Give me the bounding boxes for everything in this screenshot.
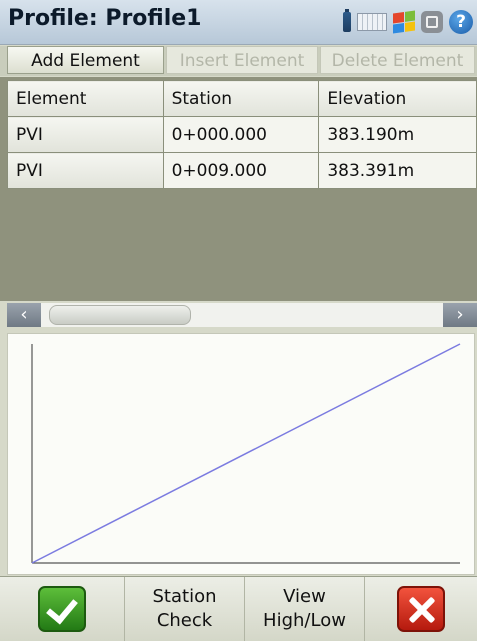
elements-grid: Element Station Elevation PVI 0+000.000 …	[0, 77, 477, 301]
keyboard-icon[interactable]	[357, 13, 387, 31]
checkmark-icon	[38, 586, 86, 632]
table-header-row: Element Station Elevation	[7, 80, 477, 117]
station-check-label: Station Check	[153, 585, 217, 633]
accept-button[interactable]	[0, 577, 125, 641]
title-bar: Profile: Profile1 ?	[0, 0, 477, 45]
column-header-elevation[interactable]: Elevation	[318, 80, 477, 117]
insert-element-button[interactable]: Insert Element	[166, 46, 318, 74]
column-header-element[interactable]: Element	[7, 80, 164, 117]
scroll-left-button[interactable]: ‹	[7, 303, 41, 327]
cell-element[interactable]: PVI	[7, 116, 164, 153]
scroll-thumb[interactable]	[49, 305, 191, 325]
view-high-low-label: View High/Low	[263, 585, 346, 633]
delete-element-button[interactable]: Delete Element	[320, 46, 475, 74]
cell-element[interactable]: PVI	[7, 152, 164, 189]
table-row[interactable]: PVI 0+000.000 383.190m	[7, 116, 477, 153]
table-row[interactable]: PVI 0+009.000 383.391m	[7, 152, 477, 189]
windows-start-icon[interactable]	[393, 10, 415, 34]
apps-icon[interactable]	[421, 11, 443, 33]
element-toolbar: Add Element Insert Element Delete Elemen…	[0, 46, 477, 76]
column-header-station[interactable]: Station	[162, 80, 320, 117]
help-icon[interactable]: ?	[449, 10, 473, 34]
cell-elevation[interactable]: 383.190m	[318, 116, 477, 153]
cell-station[interactable]: 0+000.000	[162, 116, 320, 153]
horizontal-scrollbar[interactable]: ‹ ›	[7, 303, 477, 327]
station-check-label-line2: Check	[156, 610, 213, 631]
cell-elevation[interactable]: 383.391m	[318, 152, 477, 189]
profile-plot	[7, 333, 475, 575]
bottom-toolbar: Station Check View High/Low	[0, 576, 477, 641]
cancel-button[interactable]	[365, 577, 477, 641]
station-check-button[interactable]: Station Check	[125, 577, 245, 641]
view-high-low-label-line2: High/Low	[263, 610, 346, 631]
add-element-button[interactable]: Add Element	[7, 46, 164, 74]
cell-station[interactable]: 0+009.000	[162, 152, 320, 189]
close-icon	[397, 586, 445, 632]
profile-plot-svg	[31, 343, 461, 564]
elements-table: Element Station Elevation PVI 0+000.000 …	[7, 80, 477, 189]
view-high-low-label-line1: View	[283, 586, 326, 607]
profile-line	[31, 343, 461, 564]
scroll-right-button[interactable]: ›	[443, 303, 477, 327]
page-title: Profile: Profile1	[8, 6, 202, 31]
view-high-low-button[interactable]: View High/Low	[245, 577, 365, 641]
station-check-label-line1: Station	[152, 586, 217, 607]
battery-icon[interactable]	[343, 9, 351, 32]
system-tray: ?	[343, 8, 473, 36]
